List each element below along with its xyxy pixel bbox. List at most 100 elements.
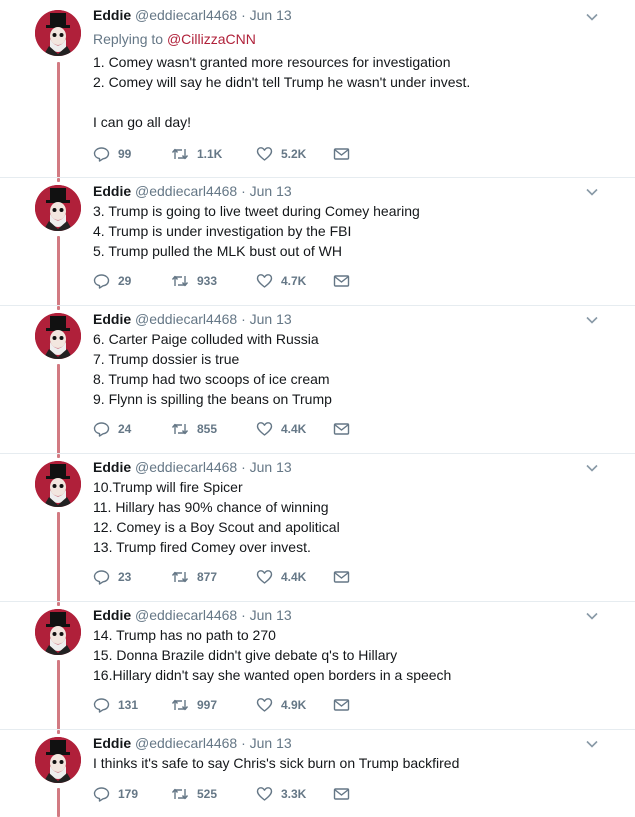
- reply-button[interactable]: 131: [93, 695, 138, 715]
- avatar[interactable]: [35, 461, 81, 507]
- tweet-line: 16.Hillary didn't say she wanted open bo…: [93, 667, 452, 683]
- author-name[interactable]: Eddie: [93, 7, 131, 23]
- like-button[interactable]: 5.2K: [256, 144, 306, 164]
- like-button[interactable]: 4.9K: [256, 695, 306, 715]
- direct-message-button[interactable]: [333, 144, 358, 164]
- reply-count: 29: [118, 274, 132, 288]
- tweet[interactable]: Eddie @eddiecarl4468 · Jun 13 6. Carter …: [0, 306, 635, 454]
- tweet[interactable]: Eddie @eddiecarl4468 · Jun 13 Replying t…: [0, 0, 635, 178]
- separator-dot: ·: [241, 459, 246, 475]
- thread-connector: [57, 236, 60, 306]
- tweet-text: 14. Trump has no path to 270 15. Donna B…: [93, 625, 451, 685]
- reply-button[interactable]: 179: [93, 784, 138, 804]
- direct-message-button[interactable]: [333, 695, 358, 715]
- tweet-text: 6. Carter Paige colluded with Russia 7. …: [93, 329, 332, 409]
- envelope-icon: [333, 788, 350, 800]
- avatar[interactable]: [35, 185, 81, 231]
- separator-dot: ·: [241, 311, 246, 327]
- tweet[interactable]: Eddie @eddiecarl4468 · Jun 13 I thinks i…: [0, 730, 635, 817]
- chevron-down-icon[interactable]: [585, 185, 599, 199]
- retweet-icon: [171, 571, 189, 583]
- reply-button[interactable]: 99: [93, 144, 131, 164]
- retweet-button[interactable]: 855: [171, 419, 217, 439]
- thread-connector: [57, 602, 60, 606]
- author-name[interactable]: Eddie: [93, 607, 131, 623]
- author-name[interactable]: Eddie: [93, 311, 131, 327]
- avatar[interactable]: [35, 609, 81, 655]
- like-count: 3.3K: [281, 787, 307, 801]
- thread-connector: [57, 660, 60, 730]
- direct-message-button[interactable]: [333, 784, 358, 804]
- reply-button[interactable]: 23: [93, 567, 131, 587]
- retweet-button[interactable]: 1.1K: [171, 144, 222, 164]
- timestamp[interactable]: Jun 13: [250, 7, 292, 23]
- author-handle[interactable]: @eddiecarl4468: [135, 735, 237, 751]
- tweet-header: Eddie @eddiecarl4468 · Jun 13: [93, 734, 292, 752]
- avatar[interactable]: [35, 737, 81, 783]
- chevron-down-icon[interactable]: [585, 10, 599, 24]
- timestamp[interactable]: Jun 13: [250, 183, 292, 199]
- like-count: 4.9K: [281, 698, 307, 712]
- heart-icon: [256, 422, 273, 436]
- tweet-line: 6. Carter Paige colluded with Russia: [93, 331, 319, 347]
- separator-dot: ·: [241, 607, 246, 623]
- author-handle[interactable]: @eddiecarl4468: [135, 7, 237, 23]
- tweet-line: 10.Trump will fire Spicer: [93, 479, 243, 495]
- retweet-button[interactable]: 997: [171, 695, 217, 715]
- separator-dot: ·: [241, 735, 246, 751]
- author-handle[interactable]: @eddiecarl4468: [135, 459, 237, 475]
- tweet[interactable]: Eddie @eddiecarl4468 · Jun 13 10.Trump w…: [0, 454, 635, 602]
- timestamp[interactable]: Jun 13: [250, 311, 292, 327]
- heart-icon: [256, 274, 273, 288]
- author-handle[interactable]: @eddiecarl4468: [135, 183, 237, 199]
- chevron-down-icon[interactable]: [585, 609, 599, 623]
- like-count: 4.4K: [281, 570, 307, 584]
- retweet-count: 855: [197, 422, 218, 436]
- tweet-line: 9. Flynn is spilling the beans on Trump: [93, 391, 332, 407]
- retweet-button[interactable]: 933: [171, 271, 217, 291]
- tweet[interactable]: Eddie @eddiecarl4468 · Jun 13 14. Trump …: [0, 602, 635, 730]
- like-button[interactable]: 4.4K: [256, 567, 306, 587]
- tweet-line: 14. Trump has no path to 270: [93, 627, 276, 643]
- like-button[interactable]: 4.4K: [256, 419, 306, 439]
- chevron-down-icon[interactable]: [585, 461, 599, 475]
- author-name[interactable]: Eddie: [93, 735, 131, 751]
- like-button[interactable]: 3.3K: [256, 784, 306, 804]
- chevron-down-icon[interactable]: [585, 313, 599, 327]
- heart-icon: [256, 787, 273, 801]
- author-handle[interactable]: @eddiecarl4468: [135, 607, 237, 623]
- author-name[interactable]: Eddie: [93, 459, 131, 475]
- tweet-header: Eddie @eddiecarl4468 · Jun 13: [93, 6, 292, 24]
- reply-button[interactable]: 24: [93, 419, 131, 439]
- thread-connector: [57, 730, 60, 734]
- separator-dot: ·: [241, 7, 246, 23]
- thread-connector: [57, 62, 60, 178]
- thread-connector: [57, 364, 60, 454]
- tweet[interactable]: Eddie @eddiecarl4468 · Jun 13 3. Trump i…: [0, 178, 635, 306]
- reply-mention-link[interactable]: @CillizzaCNN: [167, 31, 256, 47]
- retweet-count: 1.1K: [197, 147, 223, 161]
- retweet-button[interactable]: 877: [171, 567, 217, 587]
- like-count: 4.4K: [281, 422, 307, 436]
- avatar[interactable]: [35, 10, 81, 56]
- direct-message-button[interactable]: [333, 419, 358, 439]
- reply-button[interactable]: 29: [93, 271, 131, 291]
- timestamp[interactable]: Jun 13: [250, 607, 292, 623]
- separator-dot: ·: [241, 183, 246, 199]
- retweet-button[interactable]: 525: [171, 784, 217, 804]
- author-handle[interactable]: @eddiecarl4468: [135, 311, 237, 327]
- direct-message-button[interactable]: [333, 567, 358, 587]
- timestamp[interactable]: Jun 13: [250, 735, 292, 751]
- reply-icon: [93, 274, 110, 289]
- tweet-line: 8. Trump had two scoops of ice cream: [93, 371, 330, 387]
- author-name[interactable]: Eddie: [93, 183, 131, 199]
- like-button[interactable]: 4.7K: [256, 271, 306, 291]
- envelope-icon: [333, 275, 350, 287]
- reply-icon: [93, 570, 110, 585]
- direct-message-button[interactable]: [333, 271, 358, 291]
- thread-connector: [57, 306, 60, 310]
- chevron-down-icon[interactable]: [585, 737, 599, 751]
- avatar[interactable]: [35, 313, 81, 359]
- timestamp[interactable]: Jun 13: [250, 459, 292, 475]
- tweet-header: Eddie @eddiecarl4468 · Jun 13: [93, 458, 292, 476]
